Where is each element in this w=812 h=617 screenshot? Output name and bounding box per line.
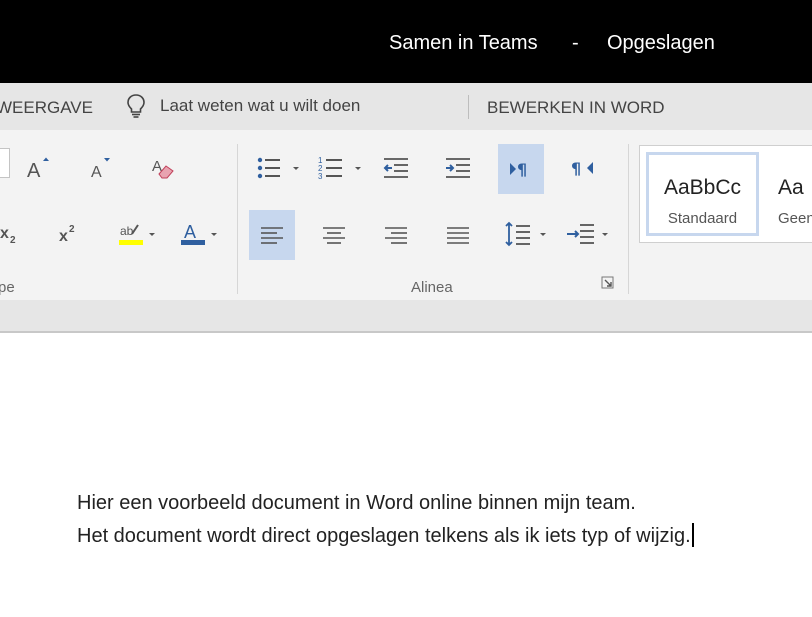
increase-indent-icon [446, 158, 470, 178]
svg-text:x: x [59, 228, 68, 245]
superscript-button[interactable]: x 2 [50, 211, 86, 257]
align-left-icon [261, 227, 283, 244]
increase-indent-button[interactable] [435, 145, 481, 191]
justify-button[interactable] [435, 212, 481, 258]
decrease-indent-icon [383, 158, 408, 178]
style-name: Standaard [667, 210, 738, 227]
styles-gallery: AaBbCc Standaard Aa Geen [639, 145, 812, 243]
align-left-button[interactable] [249, 210, 295, 260]
ribbon-footer [0, 300, 812, 333]
document-paragraph[interactable]: Hier een voorbeeld document in Word onli… [77, 492, 636, 515]
title-separator: - [572, 32, 579, 54]
bullets-button[interactable] [252, 145, 304, 191]
line-spacing-icon [505, 221, 546, 247]
font-group-label: pe [0, 279, 15, 296]
font-color-button[interactable]: A [172, 211, 224, 257]
grow-font-icon: A [27, 157, 49, 182]
save-status: Opgeslagen [607, 32, 715, 54]
left-to-right-icon: ¶ [510, 160, 527, 179]
svg-text:2: 2 [10, 235, 16, 246]
paragraph-group-label: Alinea [411, 279, 453, 296]
left-to-right-button[interactable]: ¶ [498, 144, 544, 194]
menu-divider [468, 95, 469, 119]
align-center-icon [323, 227, 345, 244]
group-separator [628, 144, 629, 294]
numbering-button[interactable]: 1 2 3 [314, 145, 366, 191]
svg-text:2: 2 [69, 224, 75, 235]
subscript-button[interactable]: x 2 [0, 211, 26, 257]
numbered-list-icon: 1 2 3 [318, 156, 361, 181]
decrease-indent-button[interactable] [373, 145, 419, 191]
tab-view[interactable]: WEERGAVE [0, 98, 93, 118]
shrink-font-icon: A [91, 158, 110, 181]
ribbon: A A A x 2 x 2 ab A pe 1 2 3 ¶ ¶ Alinea A… [0, 130, 812, 300]
bullet-list-icon [257, 157, 299, 179]
menu-bar: WEERGAVE Laat weten wat u wilt doen BEWE… [0, 83, 812, 130]
svg-text:x: x [0, 225, 9, 242]
edit-in-word-button[interactable]: BEWERKEN IN WORD [487, 98, 665, 118]
align-right-icon [385, 227, 407, 244]
highlight-color-button[interactable]: ab [110, 211, 162, 257]
svg-text:¶: ¶ [517, 160, 527, 179]
document-text: Het document wordt direct opgeslagen tel… [77, 525, 691, 547]
clear-formatting-button[interactable]: A [145, 145, 181, 191]
justify-icon [447, 227, 469, 244]
dialog-launcher-icon [601, 276, 614, 289]
tell-me-box[interactable]: Laat weten wat u wilt doen [126, 91, 360, 121]
style-preview: AaBbCc [663, 176, 742, 199]
font-color-icon: A [181, 222, 217, 245]
svg-text:A: A [27, 160, 41, 182]
svg-text:ab: ab [120, 224, 134, 238]
highlight-icon: ab [119, 224, 155, 245]
grow-font-button[interactable]: A [20, 145, 56, 191]
style-name: Geen [778, 210, 812, 227]
tell-me-label: Laat weten wat u wilt doen [160, 96, 361, 115]
line-spacing-button[interactable] [500, 211, 552, 257]
shrink-font-button[interactable]: A [82, 145, 118, 191]
title-bar: Samen in Teams - Opgeslagen [0, 0, 812, 83]
style-normal[interactable]: AaBbCc Standaard [646, 152, 759, 236]
superscript-icon: x 2 [59, 224, 75, 245]
align-right-button[interactable] [373, 212, 419, 258]
paragraph-spacing-button[interactable] [562, 211, 614, 257]
group-separator [237, 144, 238, 294]
style-no-spacing[interactable]: Aa Geen [764, 152, 812, 236]
text-cursor [691, 523, 694, 547]
document-title[interactable]: Samen in Teams [389, 32, 538, 55]
paragraph-spacing-icon [567, 224, 608, 244]
right-to-left-icon: ¶ [571, 159, 593, 178]
right-to-left-button[interactable]: ¶ [559, 145, 605, 191]
paragraph-dialog-launcher[interactable] [600, 275, 616, 291]
clear-formatting-icon: A [152, 158, 174, 179]
svg-text:A: A [91, 164, 102, 181]
svg-text:¶: ¶ [571, 159, 581, 178]
font-size-box[interactable] [0, 148, 10, 178]
style-preview: Aa [778, 176, 804, 199]
svg-text:A: A [184, 222, 196, 242]
document-paragraph[interactable]: Het document wordt direct opgeslagen tel… [77, 523, 694, 548]
subscript-icon: x 2 [0, 225, 16, 246]
align-center-button[interactable] [311, 212, 357, 258]
document-canvas[interactable]: Hier een voorbeeld document in Word onli… [0, 335, 812, 617]
svg-text:3: 3 [318, 172, 323, 181]
lightbulb-icon [127, 94, 145, 118]
